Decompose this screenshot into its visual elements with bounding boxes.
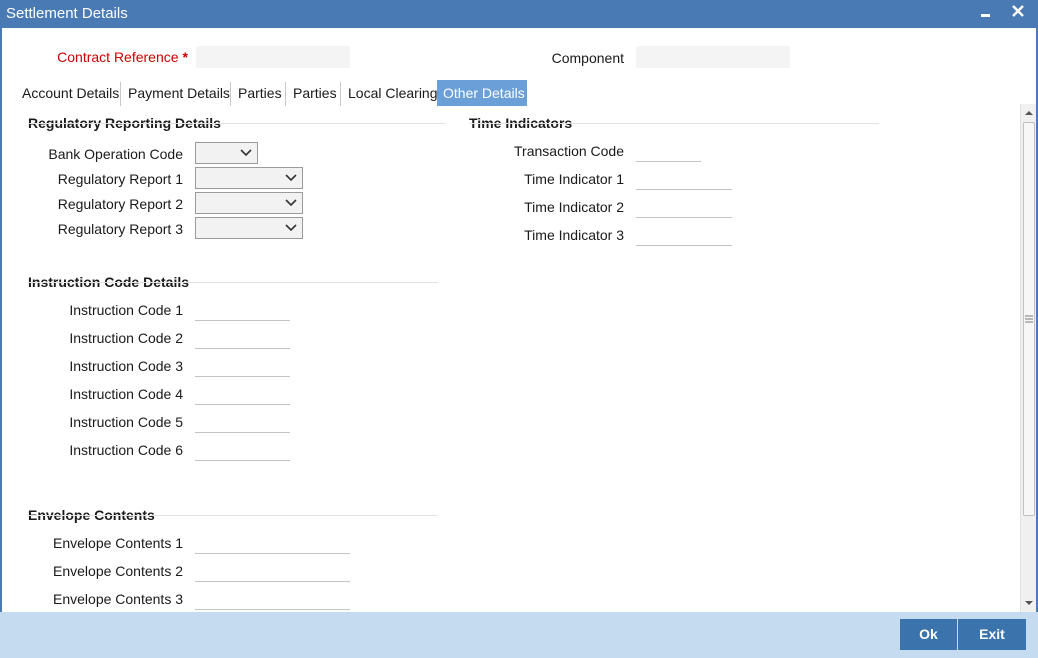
- envelope-contents-3-input[interactable]: [195, 588, 350, 610]
- envelope-contents-2-label: Envelope Contents 2: [53, 563, 183, 579]
- window-title: Settlement Details: [6, 5, 128, 22]
- tab-local-clearing[interactable]: Local Clearing: [342, 80, 444, 106]
- window-border-left: [0, 28, 2, 613]
- tab-parties-1[interactable]: Parties: [232, 80, 288, 106]
- envelope-contents-1-input[interactable]: [195, 532, 350, 554]
- section-divider: [28, 515, 438, 516]
- component-label: Component: [551, 50, 624, 66]
- required-mark: *: [182, 49, 188, 65]
- regulatory-report-1-select[interactable]: [195, 167, 303, 189]
- component-field[interactable]: [636, 46, 790, 68]
- tab-parties-2[interactable]: Parties: [287, 80, 343, 106]
- time-indicator-2-label: Time Indicator 2: [524, 199, 624, 215]
- regulatory-report-2-label: Regulatory Report 2: [57, 196, 183, 212]
- title-bar: Settlement Details: [0, 0, 1038, 28]
- instruction-code-1-input[interactable]: [195, 299, 290, 321]
- close-icon[interactable]: [1008, 2, 1028, 24]
- instruction-code-1-label: Instruction Code 1: [69, 302, 183, 318]
- envelope-contents-1-label: Envelope Contents 1: [53, 535, 183, 551]
- transaction-code-label: Transaction Code: [514, 143, 624, 159]
- ok-button[interactable]: Ok: [900, 619, 957, 650]
- vertical-scrollbar[interactable]: [1020, 104, 1036, 612]
- exit-button[interactable]: Exit: [958, 619, 1026, 650]
- chevron-down-icon: [285, 199, 297, 207]
- section-divider: [28, 282, 438, 283]
- instruction-code-6-label: Instruction Code 6: [69, 442, 183, 458]
- envelope-contents-2-input[interactable]: [195, 560, 350, 582]
- regulatory-report-3-select[interactable]: [195, 217, 303, 239]
- regulatory-report-3-label: Regulatory Report 3: [57, 221, 183, 237]
- bank-operation-code-label: Bank Operation Code: [48, 146, 183, 162]
- section-divider: [28, 123, 446, 124]
- tab-account-details[interactable]: Account Details: [16, 80, 125, 106]
- tab-divider: [230, 82, 231, 106]
- chevron-down-icon: [285, 224, 297, 232]
- instruction-code-3-label: Instruction Code 3: [69, 358, 183, 374]
- tab-payment-details[interactable]: Payment Details: [122, 80, 236, 106]
- scroll-thumb[interactable]: [1023, 122, 1035, 516]
- tab-divider: [285, 82, 286, 106]
- tab-divider: [120, 82, 121, 106]
- time-indicator-3-label: Time Indicator 3: [524, 227, 624, 243]
- section-divider: [469, 123, 879, 124]
- contract-reference-field[interactable]: [196, 46, 350, 68]
- bank-operation-code-select[interactable]: [195, 142, 258, 164]
- scroll-down-arrow-icon[interactable]: [1024, 598, 1034, 608]
- footer-bar: Ok Exit: [0, 612, 1038, 658]
- tab-other-details[interactable]: Other Details: [437, 80, 527, 106]
- tab-divider: [340, 82, 341, 106]
- regulatory-report-2-select[interactable]: [195, 192, 303, 214]
- instruction-code-4-label: Instruction Code 4: [69, 386, 183, 402]
- transaction-code-input[interactable]: [636, 140, 701, 162]
- chevron-down-icon: [285, 174, 297, 182]
- scroll-up-arrow-icon[interactable]: [1024, 108, 1034, 118]
- contract-reference-label-text: Contract Reference: [57, 49, 179, 65]
- time-indicator-3-input[interactable]: [636, 224, 732, 246]
- instruction-code-4-input[interactable]: [195, 383, 290, 405]
- time-indicator-1-input[interactable]: [636, 168, 732, 190]
- instruction-code-6-input[interactable]: [195, 439, 290, 461]
- chevron-down-icon: [240, 149, 252, 157]
- time-indicator-2-input[interactable]: [636, 196, 732, 218]
- time-indicator-1-label: Time Indicator 1: [524, 171, 624, 187]
- contract-reference-label: Contract Reference *: [40, 49, 188, 65]
- envelope-contents-3-label: Envelope Contents 3: [53, 591, 183, 607]
- instruction-code-5-label: Instruction Code 5: [69, 414, 183, 430]
- instruction-code-2-input[interactable]: [195, 327, 290, 349]
- instruction-code-3-input[interactable]: [195, 355, 290, 377]
- instruction-code-2-label: Instruction Code 2: [69, 330, 183, 346]
- minimize-icon[interactable]: [976, 2, 996, 24]
- instruction-code-5-input[interactable]: [195, 411, 290, 433]
- regulatory-report-1-label: Regulatory Report 1: [57, 171, 183, 187]
- grip-icon: [1025, 315, 1033, 323]
